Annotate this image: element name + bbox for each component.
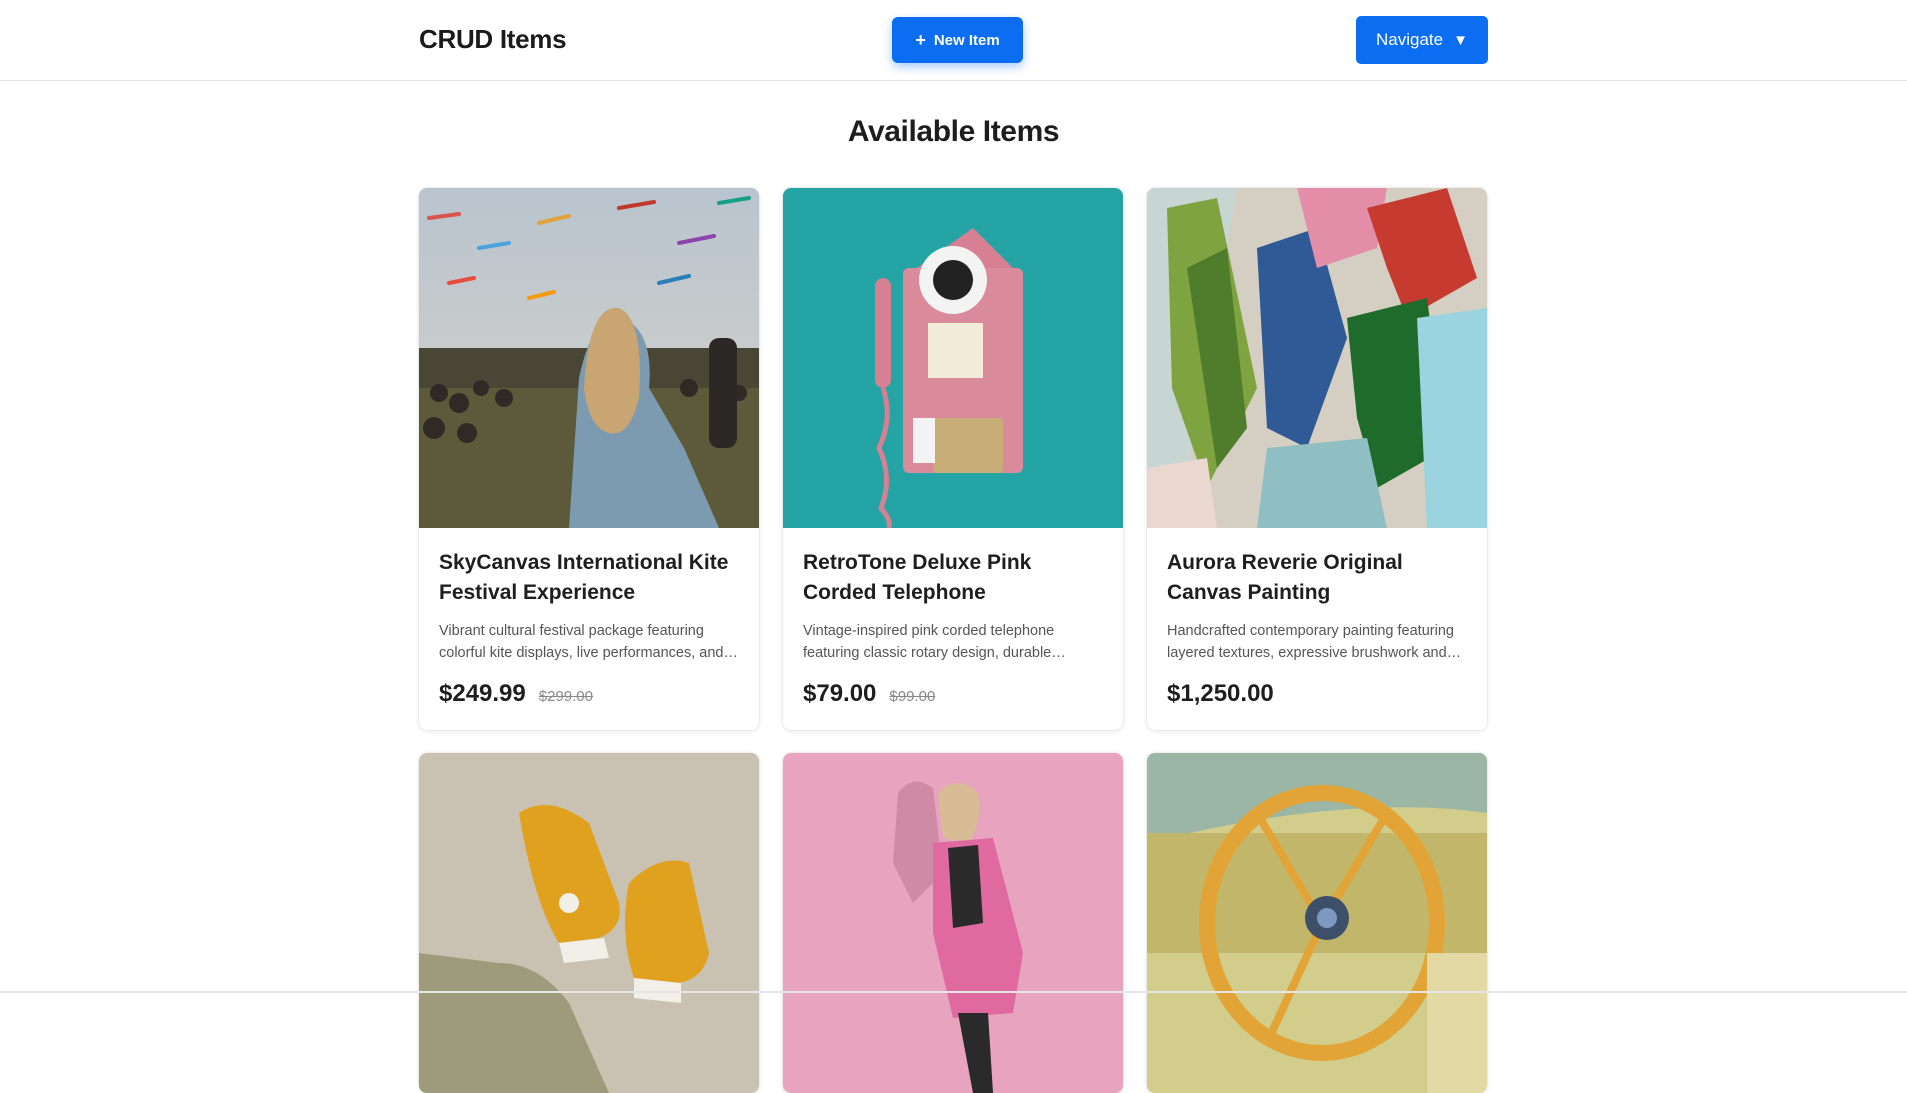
item-card[interactable] xyxy=(783,753,1123,1093)
page-title: Available Items xyxy=(847,115,1060,148)
card-body: RetroTone Deluxe Pink Corded Telephone V… xyxy=(783,528,1123,730)
item-card[interactable]: SkyCanvas International Kite Festival Ex… xyxy=(419,188,759,730)
item-old-price: $299.00 xyxy=(538,688,593,705)
price-row: $1,250.00 xyxy=(1167,680,1467,708)
price-row: $249.99 $299.00 xyxy=(439,680,739,708)
yellow-sneakers-image[interactable] xyxy=(419,753,759,1093)
item-price: $249.99 xyxy=(439,680,526,707)
item-title[interactable]: SkyCanvas International Kite Festival Ex… xyxy=(439,548,739,608)
plus-icon: + xyxy=(915,30,926,50)
pink-telephone-image[interactable] xyxy=(783,188,1123,528)
item-description: Vintage-inspired pink corded telephone f… xyxy=(803,623,1055,661)
item-description: Handcrafted contemporary painting featur… xyxy=(1167,623,1454,661)
item-title[interactable]: Aurora Reverie Original Canvas Painting xyxy=(1167,548,1467,608)
item-price: $79.00 xyxy=(803,680,877,707)
kite-festival-image[interactable] xyxy=(419,188,759,528)
card-body: SkyCanvas International Kite Festival Ex… xyxy=(419,528,759,730)
price-row: $79.00 $99.00 xyxy=(803,680,1103,708)
abstract-painting-image[interactable] xyxy=(1147,188,1487,528)
item-card[interactable] xyxy=(419,753,759,1093)
pink-coat-image[interactable] xyxy=(783,753,1123,1093)
top-navbar: CRUD Items + New Item Navigate ▼ xyxy=(0,0,1907,81)
item-old-price: $99.00 xyxy=(889,688,936,705)
new-item-label: New Item xyxy=(933,31,1000,49)
brand-title[interactable]: CRUD Items xyxy=(419,24,567,55)
item-description: Vibrant cultural festival package featur… xyxy=(439,623,724,661)
item-title[interactable]: RetroTone Deluxe Pink Corded Telephone xyxy=(803,548,1103,608)
new-item-button[interactable]: + New Item xyxy=(892,17,1023,63)
item-card[interactable] xyxy=(1147,753,1487,1093)
navigate-dropdown-button[interactable]: Navigate ▼ xyxy=(1356,16,1488,64)
card-body: Aurora Reverie Original Canvas Painting … xyxy=(1147,528,1487,730)
steering-wheel-image[interactable] xyxy=(1147,753,1487,1093)
navigate-label: Navigate xyxy=(1376,30,1444,49)
item-price: $1,250.00 xyxy=(1167,680,1274,707)
caret-down-icon: ▼ xyxy=(1453,31,1468,49)
item-card[interactable]: RetroTone Deluxe Pink Corded Telephone V… xyxy=(783,188,1123,730)
item-card[interactable]: Aurora Reverie Original Canvas Painting … xyxy=(1147,188,1487,730)
